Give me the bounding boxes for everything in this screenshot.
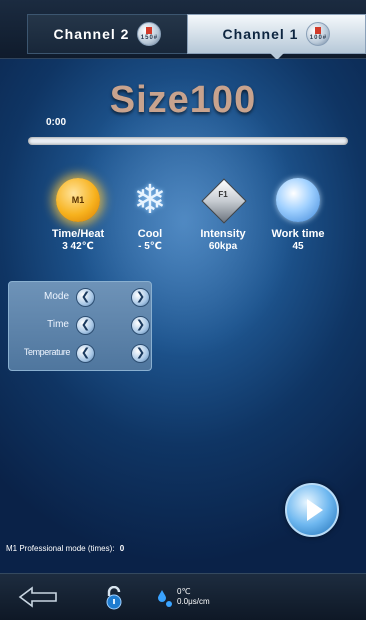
param-label: Time/Heat xyxy=(51,228,105,240)
temperature-readout: 0℃ xyxy=(177,587,191,596)
sun-icon: M1 xyxy=(56,178,100,222)
unlock-icon[interactable] xyxy=(103,586,125,610)
mode-count-label: M1 Professional mode (times): xyxy=(6,544,115,553)
param-value: - 5℃ xyxy=(138,241,162,252)
param-label: Cool xyxy=(137,228,163,240)
param-value: 45 xyxy=(292,241,304,252)
water-drop-icon xyxy=(158,590,172,607)
tab-label: Channel 1 xyxy=(222,26,299,42)
program-title: Size100 xyxy=(109,79,257,121)
back-arrow-icon[interactable] xyxy=(18,586,58,608)
diamond-pyramid-icon: F1 xyxy=(201,178,247,224)
setting-label: Time xyxy=(47,319,69,330)
setting-row-mode: Mode ❮ ❯ xyxy=(9,286,153,308)
setting-row-time: Time ❮ ❯ xyxy=(9,314,153,336)
chip-icon: 150# xyxy=(137,22,162,46)
tab-channel-1[interactable]: Channel 1 100# xyxy=(187,14,366,60)
param-label: Work time xyxy=(271,228,325,240)
mode-decrease-button[interactable]: ❮ xyxy=(76,288,95,307)
tab-channel-2[interactable]: Channel 2 150# xyxy=(27,14,187,54)
channel-tab-bar: Channel 2 150# Channel 1 100# xyxy=(0,0,366,60)
mode-count: M1 Professional mode (times): 0 xyxy=(6,544,124,553)
param-work-time[interactable]: Work time 45 xyxy=(259,178,337,252)
setting-row-temperature: Temperature ❮ ❯ xyxy=(9,342,153,364)
sensor-readout: 0℃ 0.0μs/cm xyxy=(177,587,210,607)
settings-panel: Mode ❮ ❯ Time ❮ ❯ Temperature ❮ ❯ xyxy=(8,281,152,371)
param-intensity[interactable]: F1 Intensity 60kpa xyxy=(184,178,262,252)
play-icon xyxy=(307,499,323,521)
param-time-heat[interactable]: M1 Time/Heat 3 42℃ xyxy=(39,178,117,252)
conductivity-readout: 0.0μs/cm xyxy=(177,597,210,606)
mode-increase-button[interactable]: ❯ xyxy=(131,288,150,307)
tab-label: Channel 2 xyxy=(53,26,130,42)
param-value: 60kpa xyxy=(208,241,238,252)
time-decrease-button[interactable]: ❮ xyxy=(76,316,95,335)
setting-label: Mode xyxy=(43,291,69,302)
bottom-bar: 0℃ 0.0μs/cm xyxy=(0,573,366,620)
globe-icon xyxy=(276,178,320,222)
snowflake-icon: ❄ xyxy=(133,178,167,222)
main-stage: Size100 0:00 M1 Time/Heat 3 42℃ ❄ Cool -… xyxy=(0,59,366,573)
param-label: Intensity xyxy=(200,228,246,240)
time-increase-button[interactable]: ❯ xyxy=(131,316,150,335)
play-button[interactable] xyxy=(285,483,339,537)
temperature-increase-button[interactable]: ❯ xyxy=(131,344,150,363)
progress-bar xyxy=(28,137,348,145)
chip-icon: 100# xyxy=(306,22,331,46)
param-cool[interactable]: ❄ Cool - 5℃ xyxy=(111,178,189,252)
setting-label: Temperature xyxy=(23,347,71,357)
temperature-decrease-button[interactable]: ❮ xyxy=(76,344,95,363)
mode-count-value: 0 xyxy=(119,544,125,553)
param-value: 3 42℃ xyxy=(62,241,94,252)
elapsed-time: 0:00 xyxy=(46,117,67,128)
